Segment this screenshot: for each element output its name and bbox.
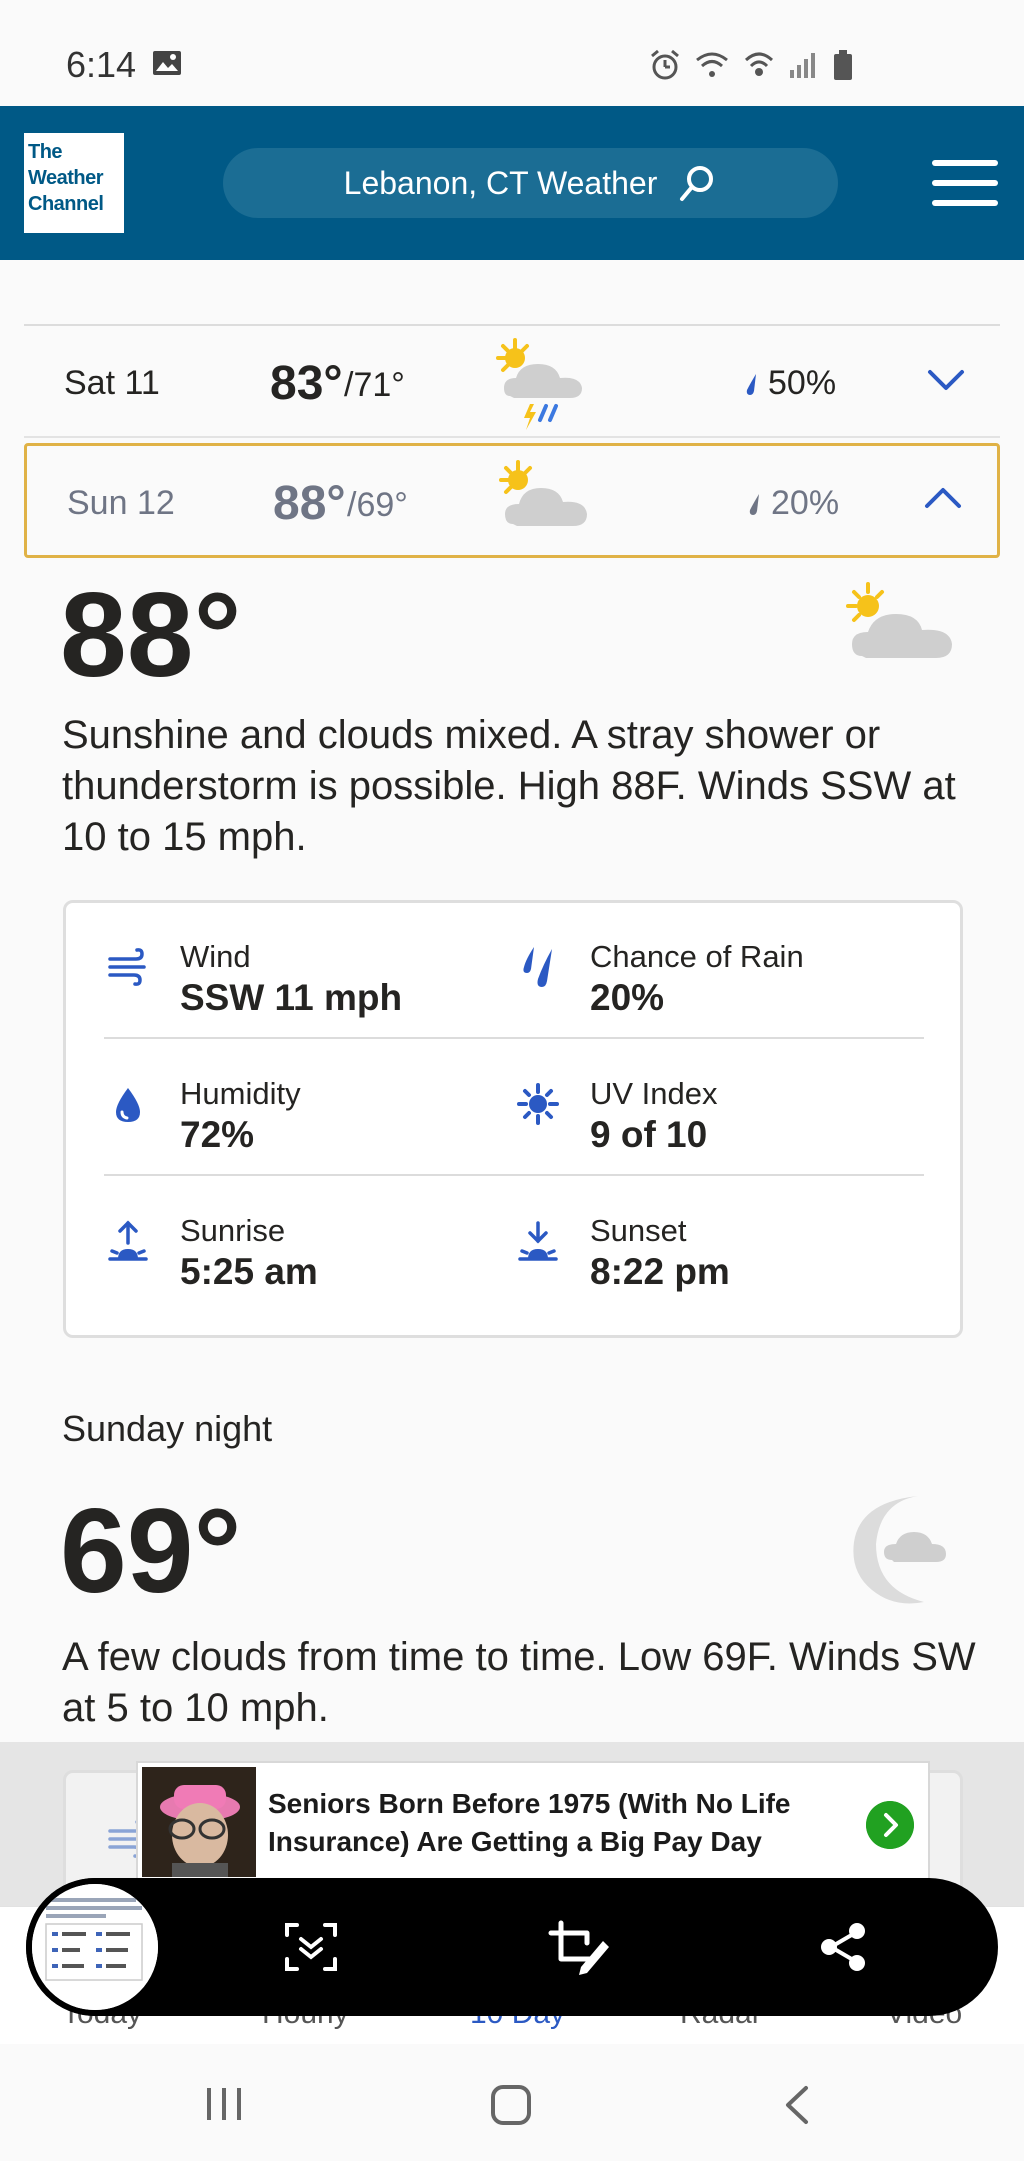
- ad-headline[interactable]: Seniors Born Before 1975 (With No Life I…: [268, 1785, 828, 1861]
- screenshot-thumbnail[interactable]: [26, 1878, 164, 2016]
- night-narrative: A few clouds from time to time. Low 69F.…: [62, 1635, 976, 1730]
- chevron-up-icon[interactable]: [923, 484, 963, 514]
- recent-apps-icon[interactable]: [203, 2084, 245, 2124]
- weather-channel-logo[interactable]: The Weather Channel: [24, 133, 124, 233]
- wind-icon: [108, 948, 146, 986]
- details-row: Humidity 72% UV Index 9 of 10: [104, 1040, 924, 1176]
- rain-chance-icon: [523, 947, 552, 987]
- partly-cloudy-icon: [846, 582, 952, 658]
- raindrop-icon: [746, 373, 756, 395]
- day-label: Sun 12: [67, 484, 175, 522]
- details-row: Sunrise 5:25 am Sunset 8:22 pm: [104, 1177, 924, 1313]
- partly-cloudy-night-icon: [853, 1496, 946, 1604]
- day-narrative: Sunshine and clouds mixed. A stray showe…: [62, 713, 956, 859]
- day-high: 88°: [273, 477, 346, 530]
- ad-arrow-icon[interactable]: [866, 1801, 914, 1849]
- logo-line-3: Channel: [28, 193, 104, 215]
- search-icon: [680, 166, 714, 201]
- uv-index-icon: [517, 1083, 559, 1125]
- alarm-icon: [651, 49, 679, 80]
- sunrise-value: 5:25 am: [180, 1251, 318, 1292]
- home-icon[interactable]: [490, 2084, 532, 2126]
- sponsored-ad[interactable]: Seniors Born Before 1975 (With No Life I…: [136, 1761, 930, 1881]
- wind-label: Wind: [180, 939, 251, 974]
- wind-value: SSW 11 mph: [180, 977, 403, 1018]
- sunset-label: Sunset: [590, 1213, 687, 1248]
- ad-portrait-image: [142, 1767, 256, 1877]
- sunset-icon: [518, 1221, 558, 1261]
- logo-line-1: The: [28, 141, 63, 163]
- precip-value: 20%: [771, 484, 840, 522]
- screenshot-toolbar: [26, 1878, 998, 2016]
- day-row-sat[interactable]: Sat 11 83° /71° 50%: [24, 326, 1000, 438]
- humidity-label: Humidity: [180, 1076, 301, 1111]
- scattered-thunderstorms-icon: [496, 338, 582, 430]
- day-low: /69°: [347, 486, 408, 524]
- system-navigation-bar: [0, 2044, 1024, 2161]
- sunset-value: 8:22 pm: [590, 1251, 730, 1292]
- day-low: /71°: [344, 366, 405, 404]
- app-header: The Weather Channel Lebanon, CT Weather: [0, 106, 1024, 260]
- location-search-button[interactable]: Lebanon, CT Weather: [223, 148, 838, 218]
- share-button[interactable]: [806, 1910, 880, 1984]
- back-icon[interactable]: [782, 2084, 812, 2126]
- status-icons: [648, 48, 854, 82]
- logo-line-2: Weather: [28, 167, 104, 189]
- wind-detail: Wind SSW 11 mph: [104, 939, 504, 1029]
- precip-value: 50%: [768, 364, 837, 402]
- share-icon: [821, 1923, 865, 1971]
- scroll-capture-button[interactable]: [274, 1910, 348, 1984]
- uv-detail: UV Index 9 of 10: [514, 1076, 914, 1166]
- night-temp: 69°: [60, 1484, 242, 1618]
- night-title: Sunday night: [62, 1408, 273, 1449]
- sunrise-label: Sunrise: [180, 1213, 286, 1248]
- partly-cloudy-icon: [499, 460, 587, 526]
- scroll-capture-icon: [285, 1923, 337, 1971]
- crop-edit-icon: [548, 1920, 609, 1975]
- sunset-detail: Sunset 8:22 pm: [514, 1213, 914, 1303]
- precip-chance: 20%: [747, 484, 839, 523]
- status-bar: 6:14: [0, 0, 1024, 106]
- day-label: Sat 11: [64, 364, 160, 402]
- sunrise-detail: Sunrise 5:25 am: [104, 1213, 504, 1303]
- chevron-down-icon[interactable]: [926, 364, 966, 394]
- humidity-detail: Humidity 72%: [104, 1076, 504, 1166]
- rain-detail: Chance of Rain 20%: [514, 939, 914, 1029]
- gallery-icon: [153, 51, 181, 75]
- signal-icon: [790, 53, 815, 78]
- day-detail-temp: 88°: [60, 568, 242, 702]
- battery-icon: [834, 50, 852, 80]
- weather-details-card: Wind SSW 11 mph Chance of Rain 20% Humid…: [63, 900, 963, 1338]
- ad-image: [142, 1767, 256, 1877]
- precip-chance: 50%: [744, 364, 836, 403]
- humidity-icon: [116, 1088, 140, 1122]
- rain-value: 20%: [590, 977, 665, 1018]
- humidity-value: 72%: [180, 1114, 255, 1155]
- raindrop-icon: [749, 493, 759, 515]
- day-high: 83°: [270, 357, 343, 410]
- crop-edit-button[interactable]: [542, 1910, 616, 1984]
- rain-label: Chance of Rain: [590, 939, 804, 974]
- uv-label: UV Index: [590, 1076, 718, 1111]
- location-search-label: Lebanon, CT Weather: [343, 164, 658, 201]
- details-row: Wind SSW 11 mph Chance of Rain 20%: [104, 903, 924, 1039]
- uv-value: 9 of 10: [590, 1114, 708, 1155]
- status-time: 6:14: [66, 44, 137, 85]
- wifi-icon: [696, 52, 728, 77]
- sunrise-icon: [108, 1220, 148, 1261]
- hotspot-icon: [744, 52, 774, 76]
- hamburger-menu-icon[interactable]: [932, 160, 998, 206]
- thumbnail-preview-image: [32, 1884, 158, 2010]
- day-row-sun[interactable]: Sun 12 88° /69° 20%: [24, 443, 1000, 558]
